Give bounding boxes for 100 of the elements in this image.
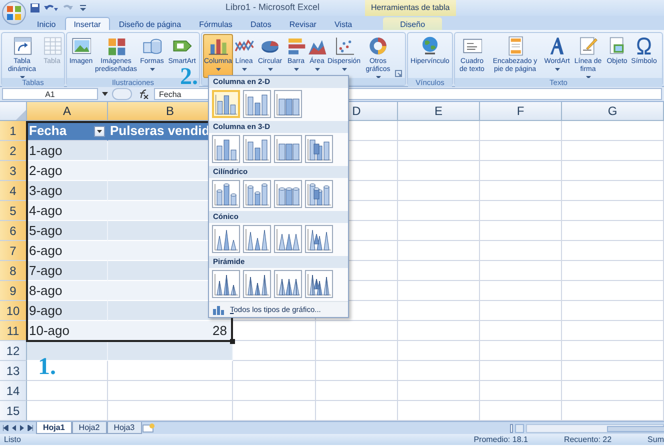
column-header[interactable]: F: [480, 102, 562, 121]
table-cell: 28: [108, 321, 233, 341]
pivot-table-icon: [12, 36, 32, 56]
table-cell: 7-ago: [27, 261, 108, 281]
column-chart-icon: [306, 136, 332, 162]
dropdown-arrow-icon[interactable]: [102, 92, 108, 96]
chart-type-button[interactable]: [274, 225, 302, 253]
text-box-icon: [462, 36, 482, 56]
pyramid-chart-icon: [244, 271, 270, 297]
table-icon: [42, 36, 62, 56]
filter-button[interactable]: [94, 126, 105, 137]
column-chart-icon: [244, 136, 270, 162]
donut-chart-icon: [368, 36, 388, 56]
ribbon-tab[interactable]: Revisar: [280, 17, 326, 30]
column-chart-icon: [213, 136, 239, 162]
sheet-tab[interactable]: Hoja3: [106, 422, 142, 434]
cylinder-chart-icon: [244, 181, 270, 207]
table-cell: 10-ago: [27, 321, 108, 341]
row-header[interactable]: 2: [0, 141, 27, 161]
chart-type-button[interactable]: [274, 180, 302, 208]
ribbon-tab[interactable]: Diseño: [383, 17, 442, 30]
last-sheet-icon[interactable]: [27, 425, 33, 431]
customize-icon[interactable]: [80, 4, 86, 12]
insert-sheet-icon[interactable]: [142, 423, 156, 433]
column-header[interactable]: E: [398, 102, 480, 121]
ribbon-tab[interactable]: Datos: [241, 17, 280, 30]
chart-type-button[interactable]: [212, 225, 240, 253]
chart-type-button[interactable]: [243, 225, 271, 253]
row-header[interactable]: 1: [0, 121, 27, 141]
row-header[interactable]: 6: [0, 221, 27, 241]
sheet-tab[interactable]: Hoja2: [72, 422, 107, 434]
first-sheet-icon[interactable]: [3, 425, 9, 431]
pyramid-chart-icon: [213, 271, 239, 297]
row-header[interactable]: 11: [0, 321, 27, 341]
sheet-tab[interactable]: Hoja1: [36, 422, 72, 434]
ribbon-tab[interactable]: Vista: [325, 17, 362, 30]
row-header[interactable]: 9: [0, 281, 27, 301]
table-cell: 2-ago: [27, 161, 108, 181]
row-header[interactable]: 13: [0, 361, 27, 381]
dialog-launcher-button[interactable]: [395, 70, 402, 77]
ribbon-tab[interactable]: Diseño de página: [110, 17, 190, 30]
chart-type-button[interactable]: [305, 270, 333, 298]
next-sheet-icon[interactable]: [19, 425, 25, 431]
column-chart-icon: [244, 91, 270, 117]
previous-sheet-icon[interactable]: [11, 425, 17, 431]
column-chart-icon: [275, 136, 301, 162]
column-header[interactable]: A: [27, 102, 108, 121]
ribbon-tab[interactable]: Inicio: [28, 17, 65, 30]
row-header[interactable]: 3: [0, 161, 27, 181]
chart-type-button[interactable]: [305, 180, 333, 208]
chart-type-button[interactable]: [243, 90, 271, 118]
omega-icon: [634, 36, 654, 56]
column-header[interactable]: G: [562, 102, 664, 121]
globe-icon: [420, 36, 440, 56]
ribbon-tab[interactable]: Fórmulas: [190, 17, 242, 30]
clip-art-icon: [106, 36, 126, 56]
row-header[interactable]: 14: [0, 381, 27, 401]
status-mode: Listo: [4, 434, 21, 446]
chart-type-button[interactable]: [243, 180, 271, 208]
caret-icon: [97, 130, 102, 133]
table-cell: 6-ago: [27, 241, 108, 261]
chart-type-button[interactable]: [212, 270, 240, 298]
launcher-icon: [395, 70, 402, 77]
fill-handle[interactable]: [230, 339, 235, 344]
row-header[interactable]: 7: [0, 241, 27, 261]
row-header[interactable]: 4: [0, 181, 27, 201]
row-header[interactable]: 15: [0, 401, 27, 421]
cone-chart-icon: [244, 226, 270, 252]
chart-type-button[interactable]: [212, 90, 240, 118]
chart-type-button[interactable]: [305, 225, 333, 253]
chart-type-button[interactable]: [274, 135, 302, 163]
row-header[interactable]: 8: [0, 261, 27, 281]
column-chart-icon: [275, 91, 301, 117]
row-header[interactable]: 12: [0, 341, 27, 361]
formula-bar-handle-icon[interactable]: [112, 88, 132, 100]
name-box[interactable]: A1: [2, 88, 98, 100]
chart-type-button[interactable]: [212, 135, 240, 163]
status-item: Sum: [648, 434, 664, 446]
cone-chart-icon: [275, 226, 301, 252]
chart-type-button[interactable]: [305, 135, 333, 163]
office-logo-icon: [7, 6, 21, 20]
table-cell: 1-ago: [27, 141, 108, 161]
chart-type-button[interactable]: [274, 270, 302, 298]
row-header[interactable]: 10: [0, 301, 27, 321]
ribbon-tab[interactable]: Insertar: [64, 17, 110, 30]
save-icon[interactable]: [30, 3, 40, 13]
chart-type-button[interactable]: [274, 90, 302, 118]
horizontal-scrollbar[interactable]: [510, 423, 664, 433]
row-header[interactable]: 5: [0, 201, 27, 221]
table-cell: 3-ago: [27, 181, 108, 201]
scatter-chart-icon: [334, 36, 354, 56]
undo-icon[interactable]: [44, 3, 58, 13]
cylinder-chart-icon: [275, 181, 301, 207]
cylinder-chart-icon: [213, 181, 239, 207]
window-title: Libro1 - Microsoft Excel: [224, 1, 321, 14]
chart-type-button[interactable]: [212, 180, 240, 208]
table-cell: 9-ago: [27, 301, 108, 321]
chart-type-button[interactable]: [243, 135, 271, 163]
chart-type-button[interactable]: [243, 270, 271, 298]
cone-chart-icon: [213, 226, 239, 252]
